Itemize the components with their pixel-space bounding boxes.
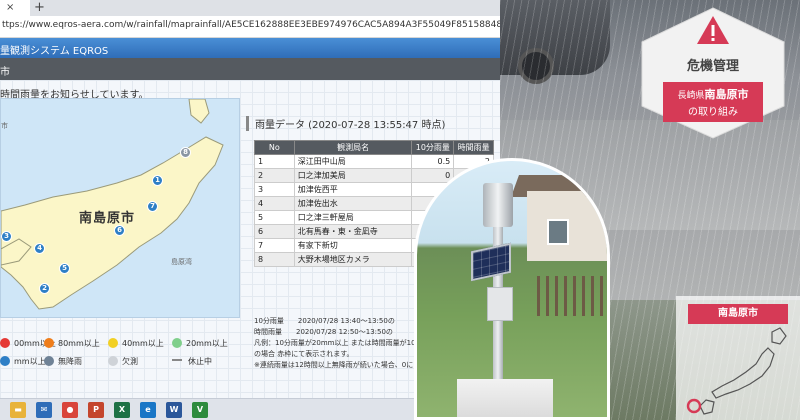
column-header: No <box>254 140 295 155</box>
japan-outline-icon <box>686 327 787 415</box>
solar-panel <box>471 242 511 282</box>
fence <box>537 276 607 316</box>
badge-title: 危機管理 <box>686 59 739 74</box>
station-marker-6[interactable]: 6 <box>114 225 125 236</box>
dash-line-icon <box>172 359 182 361</box>
grey-dot-icon <box>108 356 118 366</box>
file-explorer-icon[interactable]: ▬ <box>10 402 26 418</box>
blue-dot-icon <box>0 356 10 366</box>
station-marker-5[interactable]: 5 <box>59 263 70 274</box>
address-bar[interactable]: ttps://www.eqros-aera.com/w/rainfall/map… <box>0 16 500 38</box>
control-box <box>487 287 513 321</box>
powerpoint-icon[interactable]: P <box>88 402 104 418</box>
legend-item: 40mm以上 <box>108 338 164 349</box>
sub-nav-title: 市 <box>0 67 10 78</box>
slate-dot-icon <box>44 356 54 366</box>
rain-gauge-head <box>483 183 513 227</box>
v-app-icon[interactable]: V <box>192 402 208 418</box>
app-title: 量観測システム EQROS <box>0 46 109 57</box>
green-dot-icon <box>172 338 182 348</box>
station-marker-4[interactable]: 4 <box>34 243 45 254</box>
map-area-label: 市 <box>1 122 8 130</box>
table-header-row: No 観測局名 10分雨量 時間雨量 <box>254 140 494 155</box>
station-marker-2[interactable]: 2 <box>39 283 50 294</box>
map-legend: 00mm以上 80mm以上 40mm以上 20mm以上 mm以上 無降雨 欠測 … <box>0 338 240 376</box>
legend-item: mm以上 <box>0 356 46 367</box>
browser-tab[interactable]: × <box>0 0 30 16</box>
word-icon[interactable]: W <box>166 402 182 418</box>
sub-nav-bar: 市 <box>0 58 500 80</box>
rain-gauge-photo <box>414 158 610 420</box>
chrome-icon[interactable]: ● <box>62 402 78 418</box>
orange-dot-icon <box>44 338 54 348</box>
legend-item: 休止中 <box>172 356 212 367</box>
edge-icon[interactable]: e <box>140 402 156 418</box>
mail-icon[interactable]: ✉ <box>36 402 52 418</box>
station-marker-1[interactable]: 1 <box>152 175 163 186</box>
station-marker-8[interactable]: 8 <box>180 147 191 158</box>
column-header: 時間雨量 <box>453 140 494 155</box>
column-header: 10分雨量 <box>411 140 455 155</box>
legend-item: 20mm以上 <box>172 338 228 349</box>
badge-subtitle: の取り組み <box>688 107 738 118</box>
station-marker-7[interactable]: 7 <box>147 201 158 212</box>
legend-item: 無降雨 <box>44 356 82 367</box>
close-tab-icon[interactable]: × <box>6 1 14 15</box>
excel-icon[interactable]: X <box>114 402 130 418</box>
legend-item: 80mm以上 <box>44 338 100 349</box>
red-dot-icon <box>0 338 10 348</box>
location-ring-icon <box>686 398 702 414</box>
rainfall-map[interactable]: 市 南島原市 島原湾 8 1 7 6 4 5 2 3 <box>0 98 240 318</box>
app-header: 量観測システム EQROS <box>0 38 500 58</box>
rainfall-panel-title: 雨量データ (2020-07-28 13:55:47 時点) <box>246 116 445 131</box>
concrete-base <box>457 379 553 417</box>
house-window <box>547 219 569 245</box>
crisis-management-badge: 危機管理 長崎県南島原市 の取り組み <box>638 6 788 140</box>
column-header: 観測局名 <box>293 140 413 155</box>
rainfall-footnotes: 10分雨量 2020/07/28 13:40～13:50の 時間雨量 2020/… <box>254 317 416 369</box>
new-tab-button[interactable]: + <box>34 0 45 15</box>
badge-location: 長崎県南島原市 <box>677 88 749 101</box>
japan-map-card: 南島原市 <box>676 296 800 420</box>
legend-item: 欠測 <box>108 356 138 367</box>
yellow-dot-icon <box>108 338 118 348</box>
table-row[interactable]: 1深江田中山局0.52 <box>254 154 494 169</box>
url-text[interactable]: ttps://www.eqros-aera.com/w/rainfall/map… <box>2 20 500 30</box>
map-city-label: 南島原市 <box>79 211 136 226</box>
map-bay-label: 島原湾 <box>171 258 192 266</box>
station-marker-3[interactable]: 3 <box>1 231 12 242</box>
tab-bar: × + <box>0 0 500 16</box>
